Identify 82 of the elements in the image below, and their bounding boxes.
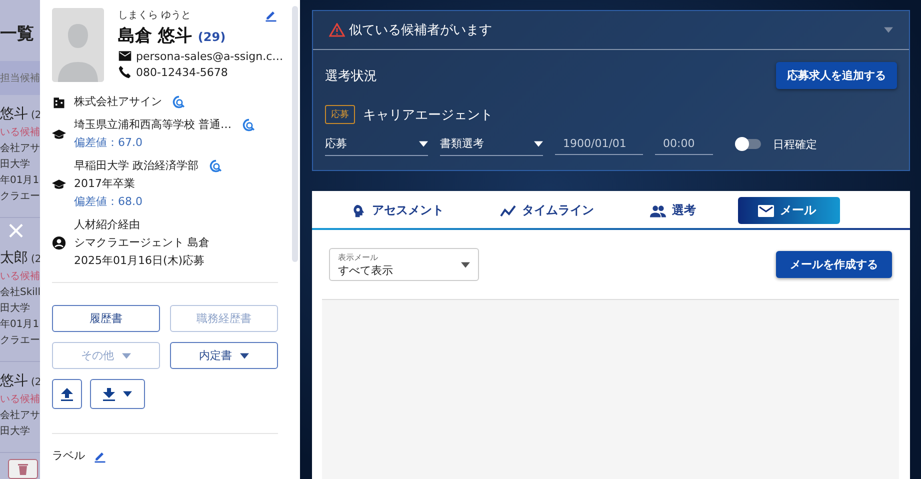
mail-icon	[758, 204, 774, 218]
candidate-detail: 田大学	[0, 158, 31, 171]
phone-text: 080-12434-5678	[136, 66, 228, 78]
graduation-text: 2017年卒業	[74, 176, 136, 191]
deviation-score: 偏差値：68.0	[74, 194, 144, 209]
candidate-detail: 年01月1	[0, 174, 40, 187]
warning-text: いる候補	[0, 392, 40, 406]
school-text: 埼玉県立浦和西高等学校 普通…	[74, 117, 232, 132]
search-icon[interactable]	[172, 94, 186, 108]
compose-mail-button[interactable]: メールを作成する	[776, 251, 892, 278]
alert-text: 似ている候補者がいます	[349, 22, 492, 39]
candidate-name: 悠斗	[0, 105, 28, 123]
schedule-toggle[interactable]	[735, 137, 761, 151]
candidate-age: (2	[31, 110, 40, 121]
filter-label: 担当候補	[0, 61, 40, 95]
download-button[interactable]	[90, 379, 145, 409]
candidate-age: (2	[31, 377, 40, 388]
document-button[interactable]: 履歴書	[52, 305, 160, 332]
caret-icon	[534, 140, 543, 146]
trash-icon	[18, 463, 28, 476]
stage-select[interactable]: 書類選考	[440, 132, 543, 156]
expand-icon[interactable]	[884, 27, 893, 33]
add-job-button[interactable]: 応募求人を追加する	[776, 62, 897, 89]
document-button[interactable]: 内定書	[170, 342, 278, 369]
candidate-detail: 田大学	[0, 302, 31, 316]
phone-icon	[118, 65, 132, 79]
candidate-detail: 会社Skill	[0, 286, 40, 300]
graduation-cap-icon	[52, 176, 66, 190]
candidate-name: 島倉 悠斗	[118, 25, 192, 47]
caret-icon	[122, 352, 131, 358]
similar-candidates-header[interactable]: 似ている候補者がいます	[313, 11, 909, 50]
name-reading: しまくら ゆうと	[118, 9, 192, 22]
section-title: 選考状況	[325, 68, 377, 84]
source-text: 2025年01月16日(木)応募	[74, 253, 206, 268]
upload-icon	[61, 388, 73, 400]
delete-button[interactable]	[8, 459, 38, 479]
mail-filter-select[interactable]: 表示メール すべて表示	[329, 248, 479, 281]
source-text: シマクラエージェント 島倉	[74, 235, 210, 250]
caret-icon	[123, 391, 132, 397]
status-tag: 応募	[325, 105, 355, 124]
tab[interactable]: 選考	[636, 197, 710, 224]
tab[interactable]: タイムライン	[486, 197, 608, 224]
trend-line-icon	[500, 204, 516, 218]
candidate-detail: 会社アサ	[0, 142, 40, 155]
candidate-detail: 田大学	[0, 424, 31, 438]
caret-icon	[461, 262, 470, 268]
route-select[interactable]: 応募	[325, 132, 428, 156]
candidate-age: (2	[31, 254, 40, 266]
upload-button[interactable]	[52, 379, 82, 409]
deviation-score: 偏差値：67.0	[74, 135, 144, 150]
agent-name: キャリアエージェント	[363, 106, 493, 124]
graduation-cap-icon	[52, 126, 66, 140]
search-icon[interactable]	[208, 158, 222, 172]
person-circle-icon	[52, 236, 66, 250]
candidate-detail: クラエー	[0, 334, 40, 348]
date-field[interactable]: 1900/01/01	[555, 133, 643, 155]
building-icon	[52, 94, 66, 108]
candidate-detail: クラエー	[0, 190, 40, 203]
time-field[interactable]: 00:00	[655, 133, 713, 155]
caret-icon	[419, 140, 428, 146]
candidate-name: 太郎	[0, 249, 28, 268]
people-icon	[650, 204, 666, 218]
company-text: 株式会社アサイン	[74, 94, 162, 109]
caret-icon	[240, 352, 249, 358]
candidate-name: 悠斗	[0, 372, 28, 390]
candidate-detail: 会社アサ	[0, 408, 40, 422]
envelope-icon	[118, 49, 132, 63]
tab[interactable]: アセスメント	[336, 197, 458, 224]
download-icon	[103, 388, 115, 400]
toggle-label: 日程確定	[773, 136, 817, 152]
source-text: 人材紹介経由	[74, 217, 141, 232]
warning-icon	[329, 23, 345, 37]
search-icon[interactable]	[242, 118, 256, 132]
label-heading: ラベル	[52, 448, 85, 463]
warning-text: いる候補	[0, 126, 40, 139]
tab[interactable]: メール	[738, 197, 840, 224]
email-text: persona-sales@a-ssign.c…	[136, 50, 284, 62]
candidate-age: (29)	[198, 30, 226, 44]
warning-text: いる候補	[0, 270, 40, 284]
school-text: 早稲田大学 政治経済学部	[74, 158, 198, 173]
page-title: 一覧	[0, 23, 35, 46]
candidate-detail: 年01月1	[0, 318, 40, 332]
